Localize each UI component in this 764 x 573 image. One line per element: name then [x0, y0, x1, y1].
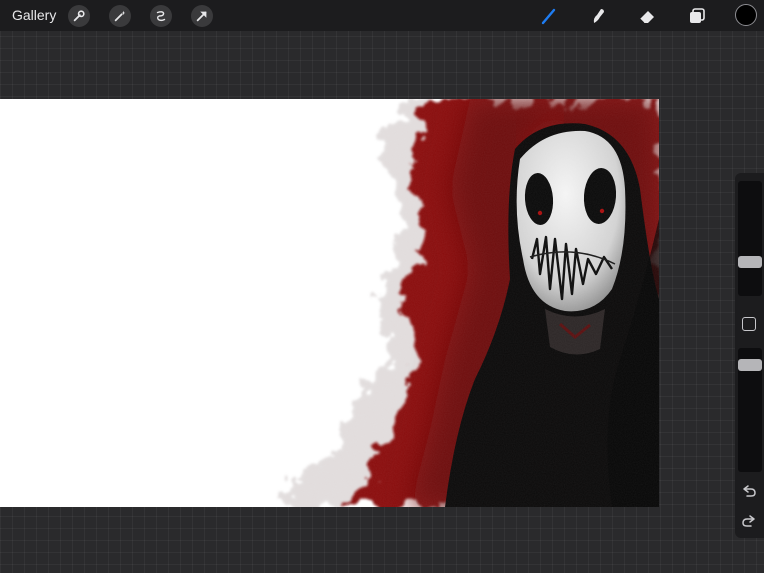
selection-icon[interactable]: [150, 5, 172, 27]
modify-square-icon[interactable]: [742, 317, 756, 331]
brush-size-thumb[interactable]: [738, 256, 762, 268]
transform-arrow-icon[interactable]: [191, 5, 213, 27]
layers-icon[interactable]: [684, 3, 710, 29]
magic-wand-icon[interactable]: [109, 5, 131, 27]
drawing-canvas[interactable]: [0, 99, 659, 507]
redo-icon[interactable]: [741, 513, 757, 529]
undo-icon[interactable]: [741, 483, 757, 499]
artwork-painting: [280, 99, 659, 507]
wrench-icon[interactable]: [68, 5, 90, 27]
brush-icon[interactable]: [536, 3, 562, 29]
opacity-thumb[interactable]: [738, 359, 762, 371]
color-picker-swatch[interactable]: [735, 4, 757, 26]
top-toolbar: Gallery: [0, 0, 764, 31]
eraser-icon[interactable]: [634, 3, 660, 29]
opacity-slider[interactable]: [738, 348, 762, 472]
brush-size-slider[interactable]: [738, 181, 762, 296]
gallery-button[interactable]: Gallery: [12, 7, 56, 23]
smudge-icon[interactable]: [585, 3, 611, 29]
